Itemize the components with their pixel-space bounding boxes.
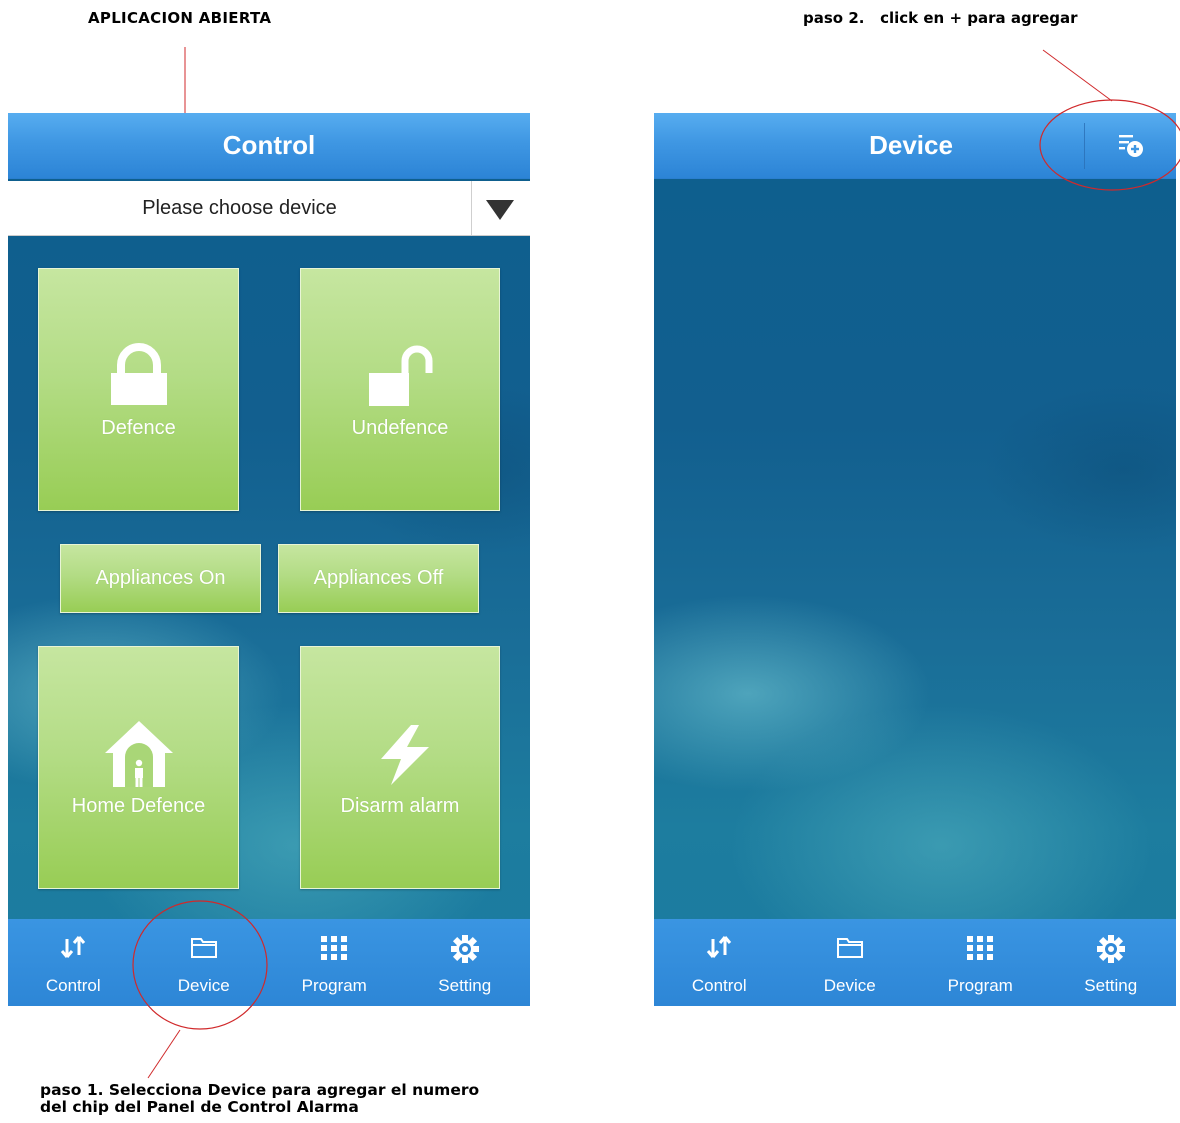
folder-icon bbox=[190, 938, 217, 958]
defence-button[interactable]: Defence bbox=[38, 268, 239, 511]
tab-device[interactable]: Device bbox=[785, 919, 916, 1006]
undefence-button[interactable]: Undefence bbox=[300, 268, 500, 511]
appliances-off-label: Appliances Off bbox=[313, 567, 444, 589]
annotation-step-2: paso 2. click en + para agregar bbox=[803, 9, 1078, 27]
tab-device-label: Device bbox=[823, 976, 876, 995]
undefence-label: Undefence bbox=[351, 417, 449, 439]
tab-program[interactable]: Program bbox=[915, 919, 1046, 1006]
title-bar: Device bbox=[654, 113, 1176, 179]
tab-program-label: Program bbox=[947, 976, 1013, 995]
pointer-line-top-right bbox=[1042, 49, 1113, 102]
device-screen: Device Control Device Program Setting bbox=[654, 113, 1176, 1006]
tab-control-label: Control bbox=[45, 976, 101, 995]
locked-padlock-icon bbox=[111, 343, 167, 405]
tab-control[interactable]: Control bbox=[8, 919, 139, 1006]
bottom-tab-bar: Control Device Program Setting bbox=[654, 919, 1176, 1006]
house-person-icon bbox=[105, 721, 173, 787]
up-down-arrows-icon bbox=[61, 936, 86, 958]
device-dropdown[interactable]: Please choose device bbox=[8, 181, 530, 236]
appliances-on-label: Appliances On bbox=[95, 567, 226, 589]
tab-device[interactable]: Device bbox=[139, 919, 270, 1006]
home-defence-label: Home Defence bbox=[71, 795, 206, 817]
unlocked-padlock-icon bbox=[369, 345, 433, 406]
tab-device-label: Device bbox=[177, 976, 230, 995]
dropdown-divider bbox=[471, 181, 472, 235]
annotation-app-open: APLICACION ABIERTA bbox=[88, 9, 272, 27]
list-add-icon bbox=[1119, 135, 1143, 157]
tab-control-label: Control bbox=[691, 976, 747, 995]
defence-label: Defence bbox=[101, 417, 176, 439]
title-separator bbox=[1084, 123, 1085, 169]
tab-setting[interactable]: Setting bbox=[1046, 919, 1177, 1006]
grid-icon bbox=[321, 936, 348, 960]
disarm-alarm-label: Disarm alarm bbox=[340, 795, 460, 817]
home-defence-button[interactable]: Home Defence bbox=[38, 646, 239, 889]
page-title: Device bbox=[869, 130, 953, 160]
gear-icon bbox=[450, 935, 479, 963]
background bbox=[654, 113, 1176, 1006]
folder-icon bbox=[836, 938, 863, 958]
tab-setting-label: Setting bbox=[438, 976, 492, 995]
appliances-on-button[interactable]: Appliances On bbox=[60, 544, 261, 613]
grid-icon bbox=[967, 936, 994, 960]
control-screen: Control Please choose device Defence Und… bbox=[8, 113, 530, 1006]
page-title: Control bbox=[222, 130, 316, 160]
bottom-tab-bar: Control Device Program Setting bbox=[8, 919, 530, 1006]
disarm-alarm-button[interactable]: Disarm alarm bbox=[300, 646, 500, 889]
lightning-icon bbox=[381, 725, 429, 785]
appliances-off-button[interactable]: Appliances Off bbox=[278, 544, 479, 613]
dropdown-arrow-icon[interactable] bbox=[486, 200, 514, 220]
pointer-line-bottom bbox=[147, 1029, 181, 1079]
tab-control[interactable]: Control bbox=[654, 919, 785, 1006]
tab-setting[interactable]: Setting bbox=[400, 919, 531, 1006]
annotation-step-1: paso 1. Selecciona Device para agregar e… bbox=[40, 1082, 479, 1116]
annotation-step-1-line1: paso 1. Selecciona Device para agregar e… bbox=[40, 1081, 480, 1099]
up-down-arrows-icon bbox=[707, 936, 732, 958]
add-device-button[interactable] bbox=[1084, 113, 1176, 178]
tab-program-label: Program bbox=[301, 976, 367, 995]
gear-icon bbox=[1096, 935, 1125, 963]
device-dropdown-value: Please choose device bbox=[142, 197, 337, 219]
tab-program[interactable]: Program bbox=[269, 919, 400, 1006]
annotation-step-1-line2: del chip del Panel de Control Alarma bbox=[40, 1098, 359, 1116]
tab-setting-label: Setting bbox=[1084, 976, 1138, 995]
title-bar: Control bbox=[8, 113, 530, 179]
